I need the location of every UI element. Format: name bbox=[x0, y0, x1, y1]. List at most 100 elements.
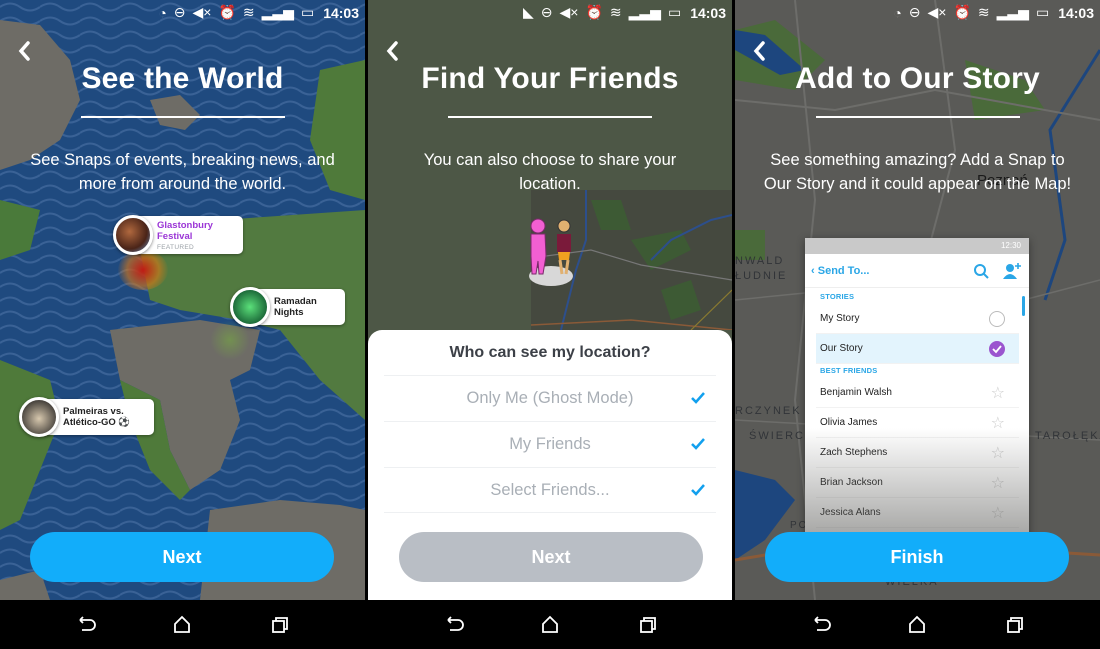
do-not-disturb-icon: ⊖ bbox=[908, 4, 921, 20]
status-time: 14:03 bbox=[1058, 4, 1094, 21]
battery-icon: ▭ bbox=[300, 4, 315, 20]
page-title: Find Your Friends bbox=[421, 62, 679, 95]
back-chevron-icon[interactable] bbox=[384, 40, 400, 62]
map-district-label: ŚWIERC bbox=[749, 430, 805, 442]
best-friends-section-label: BEST FRIENDS bbox=[820, 366, 878, 375]
battery-icon: ▭ bbox=[1035, 4, 1050, 20]
page-subtitle: See Snaps of events, breaking news, and … bbox=[30, 151, 335, 193]
back-chevron-icon[interactable] bbox=[16, 40, 32, 62]
send-to-preview: 12:30 ‹ Send To... STORIES My Story Our … bbox=[805, 238, 1029, 538]
signal-icon: ▂▃▅ bbox=[996, 4, 1029, 20]
status-time: 14:03 bbox=[690, 4, 726, 21]
nav-back-icon[interactable] bbox=[809, 613, 833, 637]
page-title: Add to Our Story bbox=[795, 62, 1040, 95]
story-row-our-story[interactable]: Our Story bbox=[816, 334, 1019, 364]
fade-overlay bbox=[805, 428, 1029, 538]
wifi-icon: ≋ bbox=[977, 4, 990, 20]
map-pin-palmeiras[interactable]: Palmeiras vs. Atlético-GO ⚽ bbox=[19, 397, 154, 437]
world-map[interactable]: ◔ ⊖ ◀× ⏰ ≋ ▂▃▅ ▭ 14:03 See the World See… bbox=[0, 0, 365, 600]
story-name: Our Story bbox=[820, 343, 863, 354]
option-my-friends[interactable]: My Friends bbox=[384, 421, 716, 467]
option-select-friends[interactable]: Select Friends... bbox=[384, 467, 716, 513]
city-map[interactable]: NWALD ŁUDNIE RCZYNEK ŚWIERC POWSTAŃCÓW W… bbox=[735, 0, 1100, 600]
next-button-disabled[interactable]: Next bbox=[399, 532, 703, 582]
status-bar: ◣ ⊖ ◀× ⏰ ≋ ▂▃▅ ▭ 14:03 bbox=[368, 0, 732, 26]
page-title: See the World bbox=[81, 62, 284, 95]
back-chevron-icon[interactable] bbox=[751, 40, 767, 62]
mute-icon: ◀× bbox=[927, 4, 947, 20]
page-subtitle: See something amazing? Add a Snap to Our… bbox=[763, 151, 1072, 193]
friend-row[interactable]: Benjamin Walsh ☆ bbox=[816, 378, 1019, 408]
alarm-icon: ⏰ bbox=[218, 4, 236, 20]
add-friend-icon[interactable] bbox=[1003, 262, 1021, 279]
panel-find-your-friends: ◣ ⊖ ◀× ⏰ ≋ ▂▃▅ ▭ 14:03 Find Your Friends… bbox=[368, 0, 732, 649]
dimmed-background: ◣ ⊖ ◀× ⏰ ≋ ▂▃▅ ▭ 14:03 Find Your Friends… bbox=[368, 0, 732, 600]
nav-recent-apps-icon[interactable] bbox=[268, 613, 292, 637]
story-name: My Story bbox=[820, 313, 860, 324]
android-nav-bar bbox=[368, 600, 732, 649]
android-nav-bar bbox=[735, 600, 1100, 649]
pin-title: Glastonbury Festival bbox=[157, 219, 213, 242]
nav-home-icon[interactable] bbox=[170, 613, 194, 637]
send-to-header: ‹ Send To... bbox=[805, 254, 1029, 288]
pin-title-text: Palmeiras vs. Atlético-GO bbox=[63, 406, 124, 428]
alarm-icon: ⏰ bbox=[953, 4, 971, 20]
bitmoji-pair bbox=[526, 216, 576, 288]
pin-featured-badge: FEATURED bbox=[157, 243, 194, 251]
sheet-title: Who can see my location? bbox=[449, 344, 651, 361]
option-label: Select Friends... bbox=[490, 481, 610, 499]
stories-section-label: STORIES bbox=[820, 292, 855, 301]
unselected-radio-icon[interactable] bbox=[989, 310, 1005, 327]
star-icon[interactable]: ☆ bbox=[991, 383, 1005, 403]
friend-name: Olivia James bbox=[820, 417, 878, 428]
page-subtitle: You can also choose to share your locati… bbox=[423, 151, 677, 193]
cast-icon: ◔ bbox=[893, 4, 902, 21]
checkmark-icon bbox=[691, 392, 705, 404]
phone-status-bar: 12:30 bbox=[805, 238, 1029, 254]
map-district-label: NWALD bbox=[735, 255, 785, 267]
panel-see-the-world: ◔ ⊖ ◀× ⏰ ≋ ▂▃▅ ▭ 14:03 See the World See… bbox=[0, 0, 365, 649]
story-row-my-story[interactable]: My Story bbox=[816, 304, 1019, 334]
scrollbar[interactable] bbox=[1022, 296, 1025, 316]
location-privacy-sheet: Who can see my location? Only Me (Ghost … bbox=[368, 330, 732, 600]
send-to-back-link[interactable]: ‹ Send To... bbox=[811, 265, 973, 277]
mute-icon: ◀× bbox=[192, 4, 212, 20]
option-label: Only Me (Ghost Mode) bbox=[466, 389, 634, 407]
map-district-label: RCZYNEK bbox=[735, 405, 802, 417]
soccer-ball-icon: ⚽ bbox=[118, 417, 131, 428]
signal-icon: ▂▃▅ bbox=[628, 4, 661, 20]
nav-recent-apps-icon[interactable] bbox=[1003, 613, 1027, 637]
pin-title: Ramadan Nights bbox=[274, 296, 317, 318]
nav-home-icon[interactable] bbox=[538, 613, 562, 637]
map-district-label: TAROŁĘKA bbox=[1035, 430, 1100, 442]
wifi-icon: ≋ bbox=[609, 4, 622, 20]
panel-add-to-our-story: NWALD ŁUDNIE RCZYNEK ŚWIERC POWSTAŃCÓW W… bbox=[735, 0, 1100, 649]
nav-back-icon[interactable] bbox=[74, 613, 98, 637]
option-label: My Friends bbox=[509, 435, 591, 453]
alarm-icon: ⏰ bbox=[585, 4, 603, 20]
cast-icon: ◣ bbox=[523, 4, 534, 20]
status-time: 14:03 bbox=[323, 4, 359, 21]
status-bar: ◔ ⊖ ◀× ⏰ ≋ ▂▃▅ ▭ 14:03 bbox=[0, 0, 365, 26]
pin-thumbnail bbox=[19, 397, 59, 437]
do-not-disturb-icon: ⊖ bbox=[173, 4, 186, 20]
nav-home-icon[interactable] bbox=[905, 613, 929, 637]
map-district-label: ŁUDNIE bbox=[735, 270, 788, 282]
pin-thumbnail bbox=[230, 287, 270, 327]
map-pin-glastonbury[interactable]: Glastonbury Festival FEATURED bbox=[113, 215, 243, 255]
map-pin-ramadan[interactable]: Ramadan Nights bbox=[230, 287, 345, 327]
search-icon[interactable] bbox=[973, 263, 989, 279]
status-bar: ◔ ⊖ ◀× ⏰ ≋ ▂▃▅ ▭ 14:03 bbox=[735, 0, 1100, 26]
finish-button[interactable]: Finish bbox=[765, 532, 1069, 582]
next-button[interactable]: Next bbox=[30, 532, 334, 582]
checkmark-icon bbox=[691, 484, 705, 496]
selected-check-icon[interactable] bbox=[989, 340, 1005, 357]
divider bbox=[384, 512, 716, 513]
heatmap-europe bbox=[118, 250, 168, 290]
nav-recent-apps-icon[interactable] bbox=[636, 613, 660, 637]
cast-icon: ◔ bbox=[158, 4, 167, 21]
pin-thumbnail bbox=[113, 215, 153, 255]
title-divider bbox=[815, 116, 1020, 118]
option-ghost-mode[interactable]: Only Me (Ghost Mode) bbox=[384, 375, 716, 421]
nav-back-icon[interactable] bbox=[442, 613, 466, 637]
